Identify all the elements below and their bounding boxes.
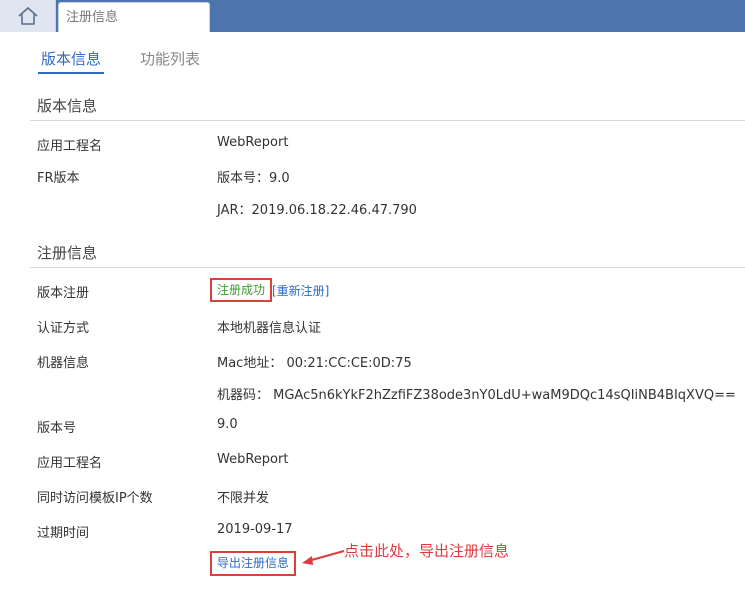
expire-time-value: 2019-09-17 [217,522,293,537]
tab-version-info[interactable]: 版本信息 [38,48,105,74]
version-number-value: 版本号：9.0 [217,171,290,186]
section-divider [30,267,745,268]
register-status-badge: 注册成功 [210,278,273,302]
tab-feature-list[interactable]: 功能列表 [140,48,200,72]
section-divider [30,120,745,121]
top-bar: 注册信息 [0,0,745,32]
app-name-label: 应用工程名 [37,139,103,154]
export-register-info-button[interactable]: 导出注册信息 [210,551,297,576]
auth-method-value: 本地机器信息认证 [217,321,322,336]
app-project-value: WebReport [217,452,289,467]
concurrent-ip-label: 同时访问模板IP个数 [37,491,153,506]
concurrent-ip-value: 不限并发 [217,491,270,506]
home-button[interactable] [0,0,56,32]
home-icon [17,6,38,25]
expire-time-label: 过期时间 [37,526,90,541]
version-number-reg-value: 9.0 [217,417,238,432]
version-register-label: 版本注册 [37,286,90,301]
tab-register-info[interactable]: 注册信息 [58,2,210,32]
register-section-title: 注册信息 [37,244,98,262]
annotation-text: 点击此处，导出注册信息 [344,542,510,560]
annotation-arrow-icon [302,550,345,565]
jar-value: JAR：2019.06.18.22.46.47.790 [217,203,417,218]
machine-code-value: 机器码： MGAc5n6kYkF2hZzfiFZ38ode3nY0LdU+waM… [217,388,736,403]
machine-info-label: 机器信息 [37,356,90,371]
auth-method-label: 认证方式 [37,321,90,336]
version-number-label: 版本号 [37,421,77,436]
app-project-label: 应用工程名 [37,456,103,471]
app-name-value: WebReport [217,135,289,150]
mac-address-value: Mac地址： 00:21:CC:CE:0D:75 [217,356,412,371]
reregister-link[interactable]: [重新注册] [272,282,329,299]
fr-version-label: FR版本 [37,171,80,186]
version-section-title: 版本信息 [37,97,98,115]
